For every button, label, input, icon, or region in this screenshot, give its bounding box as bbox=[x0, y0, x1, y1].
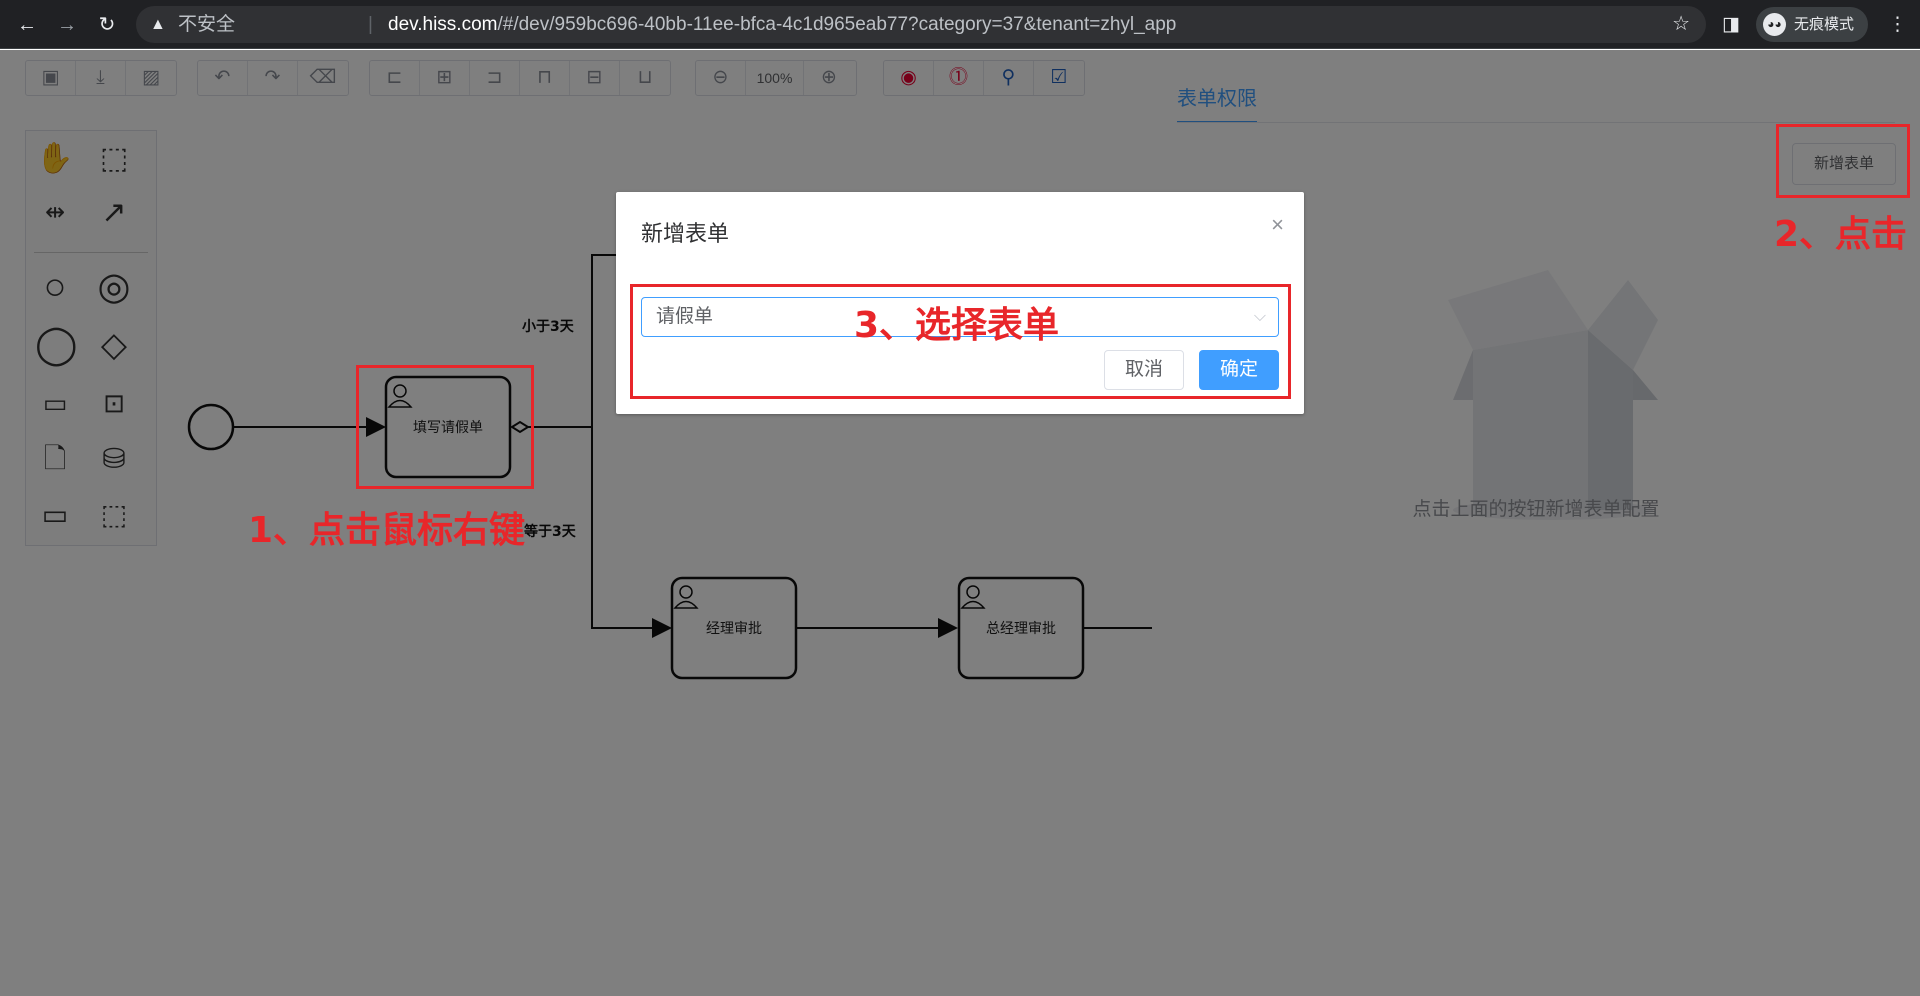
address-bar[interactable]: ▲ 不安全 | dev.hiss.com/#/dev/959bc696-40bb… bbox=[136, 6, 1706, 43]
url-path: /#/dev/959bc696-40bb-11ee-bfca-4c1d965ea… bbox=[497, 14, 1177, 35]
annotation-box-add-button bbox=[1776, 124, 1910, 198]
back-icon[interactable]: ← bbox=[10, 8, 44, 42]
incognito-label: 无痕模式 bbox=[1794, 16, 1855, 33]
menu-kebab-icon[interactable]: ⋮ bbox=[1888, 8, 1907, 42]
side-panel-icon[interactable]: ◨ bbox=[1722, 8, 1740, 42]
url-host: dev.hiss.com bbox=[388, 14, 498, 35]
app-area: ▣ ⤓ ▨ ↶ ↷ ⌫ ⊏ ⊞ ⊐ ⊓ ⊟ ⊔ ⊖ 100% ⊕ bbox=[0, 50, 1920, 996]
warning-icon[interactable]: ▲ bbox=[150, 6, 166, 43]
forward-icon[interactable]: → bbox=[50, 8, 84, 42]
incognito-icon: ◕◕ bbox=[1763, 13, 1786, 36]
dialog-title: 新增表单 bbox=[641, 221, 730, 246]
annotation-step3: 3、选择表单 bbox=[854, 305, 1060, 346]
annotation-step2: 2、点击 bbox=[1774, 214, 1908, 255]
incognito-badge[interactable]: ◕◕ 无痕模式 bbox=[1756, 7, 1868, 42]
bookmark-star-icon[interactable]: ☆ bbox=[1672, 6, 1690, 43]
annotation-box-task bbox=[356, 365, 534, 489]
reload-icon[interactable]: ↻ bbox=[90, 8, 124, 42]
annotation-step1: 1、点击鼠标右键 bbox=[248, 510, 526, 551]
browser-chrome: ← → ↻ ▲ 不安全 | dev.hiss.com/#/dev/959bc69… bbox=[0, 0, 1920, 49]
url-text[interactable]: dev.hiss.com/#/dev/959bc696-40bb-11ee-bf… bbox=[388, 6, 1176, 43]
security-label[interactable]: 不安全 bbox=[178, 6, 235, 43]
close-icon[interactable]: × bbox=[1271, 214, 1284, 236]
